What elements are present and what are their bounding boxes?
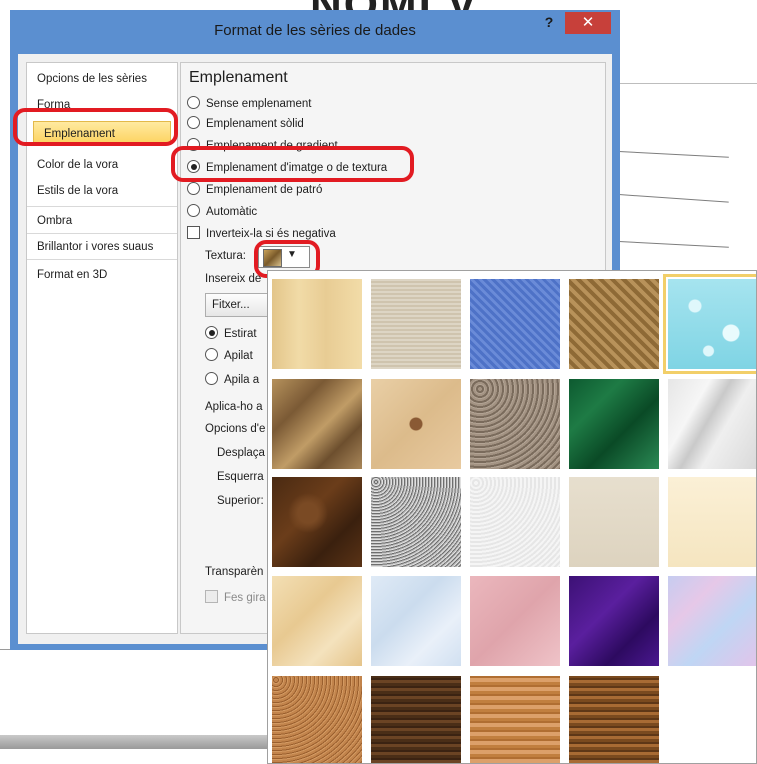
texture-tile[interactable]	[371, 379, 461, 469]
checkbox-invert-negative[interactable]	[187, 226, 200, 239]
texture-tile[interactable]	[272, 477, 362, 567]
option-automatic[interactable]: Automàtic	[187, 203, 257, 221]
radio-pattern-fill[interactable]	[187, 182, 200, 195]
option-no-fill[interactable]: Sense emplenament	[187, 95, 311, 113]
nav-divider	[27, 233, 177, 234]
option-rotate-with-shape: Fes gira	[205, 589, 266, 607]
option-stretch[interactable]: Estirat	[205, 325, 257, 343]
nav-item-shadow[interactable]: Ombra	[27, 209, 177, 233]
option-solid-fill[interactable]: Emplenament sòlid	[187, 115, 304, 133]
option-stack[interactable]: Apilat	[205, 347, 253, 365]
help-button[interactable]: ?	[540, 14, 558, 32]
option-label: Estirat	[224, 328, 257, 340]
texture-tile[interactable]	[668, 379, 756, 469]
checkbox-rotate-with-shape	[205, 590, 218, 603]
background-chart-line	[618, 151, 729, 158]
texture-tile[interactable]	[569, 279, 659, 369]
texture-tile[interactable]	[569, 477, 659, 567]
radio-no-fill[interactable]	[187, 96, 200, 109]
radio-stack[interactable]	[205, 348, 218, 361]
top-label: Superior:	[217, 495, 264, 507]
texture-tile[interactable]	[569, 379, 659, 469]
nav-item-glow-soft-edges[interactable]: Brillantor i vores suaus	[27, 235, 177, 259]
option-label: Emplenament sòlid	[206, 118, 304, 130]
texture-tile[interactable]	[272, 676, 362, 763]
texture-tile[interactable]	[668, 477, 756, 567]
background-chart-line	[618, 241, 729, 248]
texture-tile[interactable]	[371, 676, 461, 763]
background-chart-line	[618, 194, 729, 203]
nav-item-series-options[interactable]: Opcions de les sèries	[27, 67, 177, 91]
radio-solid-fill[interactable]	[187, 116, 200, 129]
nav-item-border-styles[interactable]: Estils de la vora	[27, 179, 177, 203]
annotation-picture-fill	[171, 146, 414, 182]
option-label: Fes gira	[224, 592, 266, 604]
texture-gallery	[267, 270, 757, 764]
title-bar[interactable]: Format de les sèries de dades ? ✕	[10, 10, 620, 54]
texture-tile[interactable]	[470, 477, 560, 567]
insert-from-label: Insereix de	[205, 273, 262, 285]
texture-tile[interactable]	[371, 477, 461, 567]
option-label: Inverteix-la si és negativa	[206, 228, 336, 240]
option-label: Apilat	[224, 350, 253, 362]
dialog-title: Format de les sèries de dades	[214, 22, 416, 39]
apply-to-label: Aplica-ho a	[205, 401, 263, 413]
option-stack-scale[interactable]: Apila a	[205, 371, 259, 389]
texture-tile[interactable]	[371, 279, 461, 369]
option-label: Emplenament de patró	[206, 184, 323, 196]
left-label: Esquerra	[217, 471, 264, 483]
radio-stack-scale[interactable]	[205, 372, 218, 385]
background-scrollbar	[0, 735, 300, 749]
texture-tile[interactable]	[470, 676, 560, 763]
texture-tile[interactable]	[272, 576, 362, 666]
texture-label: Textura:	[205, 250, 246, 262]
nav-divider	[27, 259, 177, 260]
texture-tile[interactable]	[569, 576, 659, 666]
nav-item-border-color[interactable]: Color de la vora	[27, 153, 177, 177]
close-button[interactable]: ✕	[565, 12, 611, 34]
texture-tile[interactable]	[470, 576, 560, 666]
radio-automatic[interactable]	[187, 204, 200, 217]
texture-tile[interactable]	[272, 379, 362, 469]
option-pattern-fill[interactable]: Emplenament de patró	[187, 181, 322, 199]
texture-tile[interactable]	[371, 576, 461, 666]
nav-divider	[27, 206, 177, 207]
texture-tile[interactable]	[272, 279, 362, 369]
offset-label: Desplaça	[217, 447, 265, 459]
option-label: Apila a	[224, 374, 260, 386]
annotation-fill-nav	[13, 108, 178, 146]
transparency-label: Transparèn	[205, 566, 264, 578]
option-label: Automàtic	[206, 206, 258, 218]
panel-title: Emplenament	[189, 69, 288, 86]
radio-stretch[interactable]	[205, 326, 218, 339]
option-label: Sense emplenament	[206, 98, 312, 110]
texture-tile[interactable]	[668, 576, 756, 666]
offset-options-label: Opcions d'e	[205, 423, 266, 435]
texture-tile[interactable]	[569, 676, 659, 763]
texture-tile-selected[interactable]	[663, 274, 756, 374]
nav-item-3d-format[interactable]: Format en 3D	[27, 263, 177, 287]
category-nav: Opcions de les sèries Forma Emplenament …	[26, 62, 178, 634]
texture-tile[interactable]	[470, 379, 560, 469]
texture-tile[interactable]	[470, 279, 560, 369]
file-button[interactable]: Fitxer...	[205, 293, 275, 317]
